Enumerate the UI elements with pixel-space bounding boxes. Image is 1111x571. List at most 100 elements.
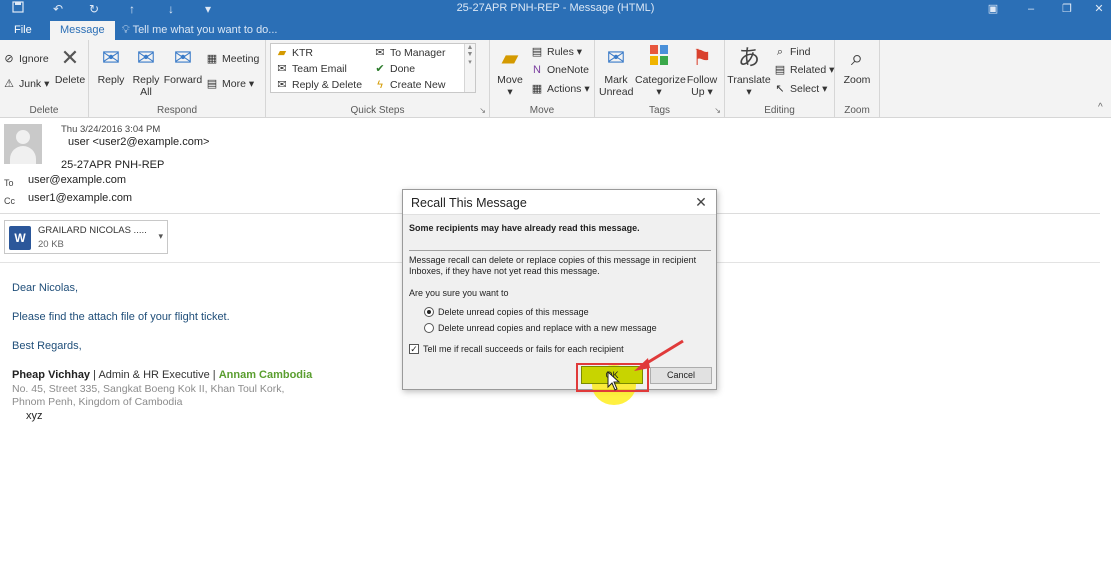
tab-file[interactable]: File <box>4 21 42 40</box>
radio-replace[interactable] <box>424 323 434 333</box>
reply-delete-icon: ✉ <box>277 79 287 91</box>
meeting-button[interactable]: ▦ Meeting <box>205 51 260 67</box>
close-window-icon[interactable]: ✕ <box>1084 0 1111 18</box>
actions-button[interactable]: ▦ Actions ▾ <box>530 81 590 97</box>
find-button[interactable]: ⌕ Find <box>773 44 811 60</box>
dialog-warning: Some recipients may have already read th… <box>409 223 640 233</box>
more-icon: ▤ <box>206 78 218 90</box>
ribbon-display-icon[interactable]: ▣ <box>978 0 1008 18</box>
cc-label: Cc <box>4 196 15 206</box>
signature-title: Admin & HR Executive <box>98 369 210 381</box>
to-manager-icon: ✉ <box>375 47 385 59</box>
reply-button[interactable]: ✉ Reply <box>93 44 129 86</box>
zoom-button[interactable]: ⌕ Zoom <box>839 44 875 86</box>
quick-step-ktr[interactable]: ▰ KTR <box>275 45 313 61</box>
onenote-icon: N <box>533 64 541 76</box>
tab-message[interactable]: Message <box>50 21 115 40</box>
more-button[interactable]: ▤ More ▾ <box>205 76 254 92</box>
quick-step-create-new[interactable]: ϟ Create New <box>373 77 445 93</box>
message-to[interactable]: user@example.com <box>28 174 126 186</box>
dialog-description-1: Message recall can delete or replace cop… <box>409 255 697 265</box>
folder-icon: ▰ <box>277 47 287 59</box>
delete-button[interactable]: ✕ Delete <box>52 44 88 86</box>
signature-address-2: Phnom Penh, Kingdom of Cambodia <box>12 396 183 408</box>
tags-group: ✉ Mark Unread Categorize ▾ ⚑ Follow Up ▾ … <box>595 40 725 118</box>
signature-line: Pheap Vichhay | Admin & HR Executive | A… <box>12 369 312 381</box>
option-replace-label[interactable]: Delete unread copies and replace with a … <box>438 323 657 333</box>
rules-button[interactable]: ▤ Rules ▾ <box>530 44 582 60</box>
follow-up-button[interactable]: ⚑ Follow Up ▾ <box>685 44 719 98</box>
option-delete-label[interactable]: Delete unread copies of this message <box>438 307 589 317</box>
tell-me-checkbox-label[interactable]: Tell me if recall succeeds or fails for … <box>423 344 624 354</box>
message-cc[interactable]: user1@example.com <box>28 192 132 204</box>
message-from[interactable]: user <user2@example.com> <box>68 136 209 148</box>
move-button[interactable]: ▰ Move ▾ <box>494 44 526 98</box>
categorize-button[interactable]: Categorize ▾ <box>635 44 686 98</box>
dialog-close-icon[interactable]: ✕ <box>692 193 710 211</box>
quick-step-reply-delete[interactable]: ✉ Reply & Delete <box>275 77 362 93</box>
lightbulb-icon: 💡︎ <box>122 24 130 36</box>
junk-button[interactable]: ⚠ Junk ▾ <box>2 76 49 92</box>
delete-group: ⊘ Ignore ⚠ Junk ▾ ✕ Delete Delete <box>0 40 89 118</box>
team-email-icon: ✉ <box>277 63 287 75</box>
vertical-scrollbar[interactable] <box>1100 118 1111 571</box>
restore-icon[interactable]: ❐ <box>1052 0 1082 18</box>
attachment-name: GRAILARD NICOLAS ..... <box>38 225 147 236</box>
quick-steps-group: ▰ KTR ✉ Team Email ✉ Reply & Delete ✉ To Man… <box>266 40 490 118</box>
move-folder-icon: ▰ <box>501 45 519 70</box>
quick-steps-gallery: ▰ KTR ✉ Team Email ✉ Reply & Delete ✉ To Man… <box>270 43 476 93</box>
group-label-delete: Delete <box>29 105 59 116</box>
attachment-dropdown-icon[interactable]: ▾ <box>158 231 163 242</box>
tell-me-box[interactable]: 💡︎ Tell me what you want to do... <box>122 21 277 40</box>
group-label-zoom: Zoom <box>844 105 870 116</box>
respond-group: ✉ Reply ✉ Reply All ✉ Forward ▦ Meeting ▤… <box>89 40 266 118</box>
signature-separator-2: | <box>209 369 219 381</box>
translate-icon: あ <box>737 45 760 70</box>
dialog-title: Recall This Message <box>411 196 527 210</box>
mark-unread-button[interactable]: ✉ Mark Unread <box>599 44 633 98</box>
quick-step-to-manager[interactable]: ✉ To Manager <box>373 45 445 61</box>
tell-me-text: Tell me what you want to do... <box>132 24 278 36</box>
reply-icon: ✉ <box>101 45 121 70</box>
mouse-cursor-icon <box>607 371 621 391</box>
quick-steps-scrollbar[interactable]: ▲ ▼ ▾ <box>464 44 475 92</box>
flag-icon: ⚑ <box>692 45 712 70</box>
dialog-launcher-icon[interactable]: ↘ <box>479 106 486 115</box>
body-greeting: Dear Nicolas, <box>12 282 79 294</box>
tags-dialog-launcher-icon[interactable]: ↘ <box>714 106 721 115</box>
forward-button[interactable]: ✉ Forward <box>163 44 203 86</box>
ignore-button[interactable]: ⊘ Ignore <box>2 51 48 67</box>
word-document-icon: W <box>9 226 31 250</box>
reply-all-button[interactable]: ✉ Reply All <box>129 44 163 98</box>
move-group: ▰ Move ▾ ▤ Rules ▾ N OneNote ▦ Actions ▾ Mov… <box>490 40 595 118</box>
group-label-quick-steps: Quick Steps <box>350 105 405 116</box>
tell-me-checkbox[interactable]: ✓ <box>409 344 419 354</box>
delete-x-icon: ✕ <box>60 45 80 70</box>
quick-step-team-email[interactable]: ✉ Team Email <box>275 61 346 77</box>
checkmark-icon: ✔ <box>375 63 385 75</box>
to-label: To <box>4 178 14 188</box>
quick-step-done[interactable]: ✔ Done <box>373 61 415 77</box>
junk-icon: ⚠ <box>4 78 14 90</box>
minimize-icon[interactable]: – <box>1016 0 1046 18</box>
body-extra-text: xyz <box>26 410 43 422</box>
group-label-move: Move <box>529 105 555 116</box>
translate-button[interactable]: あ Translate ▾ <box>727 44 771 98</box>
select-button[interactable]: ↖ Select ▾ <box>773 81 827 97</box>
related-button[interactable]: ▤ Related ▾ <box>773 62 835 78</box>
sender-avatar <box>4 124 42 164</box>
group-label-tags: Tags <box>648 105 671 116</box>
body-closing: Best Regards, <box>12 340 82 352</box>
ribbon-tabs: File Message 💡︎ Tell me what you want to… <box>0 18 1111 40</box>
signature-name: Pheap Vichhay <box>12 369 91 381</box>
title-bar: ↶ ↻ ↑ ↓ ▾ 25-27APR PNH-REP - Message (HT… <box>0 0 1111 18</box>
message-date: Thu 3/24/2016 3:04 PM <box>61 124 161 135</box>
onenote-button[interactable]: N OneNote <box>530 62 589 78</box>
collapse-ribbon-icon[interactable]: ^ <box>1098 102 1103 113</box>
editing-group: あ Translate ▾ ⌕ Find ▤ Related ▾ ↖ Select ▾ … <box>725 40 835 118</box>
ignore-icon: ⊘ <box>4 53 14 65</box>
signature-address-1: No. 45, Street 335, Sangkat Boeng Kok II… <box>12 383 285 395</box>
attachment-card[interactable]: W GRAILARD NICOLAS ..... 20 KB ▾ <box>4 220 168 254</box>
radio-delete-unread[interactable] <box>424 307 434 317</box>
reply-all-icon: ✉ <box>136 45 156 70</box>
